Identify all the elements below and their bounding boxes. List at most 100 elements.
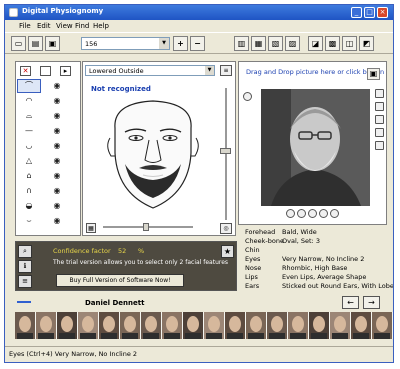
trait-row: Forehead Bald, Wide <box>245 228 317 236</box>
face-thumbnail[interactable] <box>36 312 56 339</box>
export-icon[interactable]: ◪ <box>308 36 323 51</box>
grid-icon[interactable]: ▦ <box>86 223 96 233</box>
tool-icon[interactable] <box>375 102 384 111</box>
feature-shape-icon[interactable]: — <box>18 125 40 137</box>
minimize-button[interactable]: _ <box>351 7 362 18</box>
eye-shape-icon[interactable]: ◉ <box>46 170 68 182</box>
menu-help[interactable]: Help <box>93 22 109 30</box>
feature-position-slider[interactable] <box>103 223 193 231</box>
face-thumbnail[interactable] <box>78 312 98 339</box>
eye-shape-icon[interactable]: ◉ <box>46 110 68 122</box>
confidence-label: Confidence factor <box>53 247 111 255</box>
open-icon[interactable]: ▤ <box>28 36 43 51</box>
trait-row: Chin <box>245 246 260 254</box>
eye-shape-icon[interactable]: ◉ <box>46 95 68 107</box>
clear-icon[interactable]: ✕ <box>20 66 31 76</box>
menu-edit[interactable]: Edit <box>37 22 51 30</box>
load-photo-icon[interactable]: ▣ <box>367 68 380 80</box>
add-button[interactable]: + <box>173 36 188 51</box>
list-icon[interactable]: ≡ <box>18 275 32 288</box>
buy-full-version-button[interactable]: Buy Full Version of Software Now! <box>56 274 184 287</box>
face-thumbnail[interactable] <box>351 312 371 339</box>
rotate-icon[interactable] <box>319 209 328 218</box>
face-thumbnail[interactable] <box>141 312 161 339</box>
subject-photo <box>261 89 370 206</box>
photo-panel[interactable]: Drag and Drop picture here or click butt… <box>238 61 387 225</box>
feature-shape-icon[interactable]: ⌂ <box>18 170 40 182</box>
record-combo[interactable]: 156 ▼ <box>81 37 170 50</box>
feature-shape-icon[interactable]: ◒ <box>18 200 40 212</box>
menu-view[interactable]: View <box>56 22 73 30</box>
eye-shape-icon[interactable]: ◉ <box>46 155 68 167</box>
compare-icon[interactable]: ▦ <box>251 36 266 51</box>
tool-icon[interactable] <box>375 128 384 137</box>
menu-find[interactable]: Find <box>75 22 89 30</box>
tool-icon[interactable] <box>375 89 384 98</box>
feature-shape-icon[interactable]: ◠ <box>18 95 40 107</box>
face-thumbnail[interactable] <box>99 312 119 339</box>
shape-combo[interactable]: Lowered Outside ▼ <box>85 65 215 76</box>
feature-shape-icon[interactable]: ⌓ <box>18 110 40 122</box>
face-thumbnail[interactable] <box>267 312 287 339</box>
face-thumbnail[interactable] <box>57 312 77 339</box>
eye-shape-icon[interactable]: ◉ <box>46 125 68 137</box>
next-button[interactable]: → <box>363 296 380 309</box>
remove-button[interactable]: − <box>190 36 205 51</box>
face-thumbnail[interactable] <box>372 312 392 339</box>
feature-shape-icon[interactable]: ◡ <box>18 140 40 152</box>
face-thumbnail[interactable] <box>120 312 140 339</box>
pan-icon[interactable] <box>308 209 317 218</box>
face-thumbnail[interactable] <box>204 312 224 339</box>
new-icon[interactable]: ▭ <box>11 36 26 51</box>
print-icon[interactable]: ▩ <box>325 36 340 51</box>
previous-button[interactable]: ← <box>342 296 359 309</box>
toolbar: ▭ ▤ ▣ 156 ▼ + − ▥ ▦ ▧ ▨ ◪ ▩ ◫ ◩ <box>5 32 393 54</box>
eye-shape-icon[interactable]: ◉ <box>46 215 68 227</box>
face-thumbnail[interactable] <box>309 312 329 339</box>
zoom-in-icon[interactable] <box>297 209 306 218</box>
window-title: Digital Physiognomy <box>22 7 104 15</box>
feature-shape-icon[interactable]: △ <box>18 155 40 167</box>
tool-icon[interactable] <box>375 115 384 124</box>
save-icon[interactable]: ▣ <box>45 36 60 51</box>
face-thumbnail[interactable] <box>15 312 35 339</box>
face-thumbnail[interactable] <box>183 312 203 339</box>
triangle-icon[interactable]: ▸ <box>60 66 71 76</box>
feature-shape-icon[interactable]: ∩ <box>18 185 40 197</box>
find-icon[interactable]: ▨ <box>285 36 300 51</box>
slider-thumb[interactable] <box>143 223 149 231</box>
info-icon[interactable]: ℹ <box>18 260 32 273</box>
settings-icon[interactable]: ◫ <box>342 36 357 51</box>
face-thumbnail[interactable] <box>330 312 350 339</box>
face-thumbnail[interactable] <box>288 312 308 339</box>
eye-shape-icon[interactable]: ◉ <box>46 185 68 197</box>
eye-shape-icon[interactable]: ◉ <box>46 200 68 212</box>
star-icon[interactable]: ★ <box>221 245 234 258</box>
face-thumbnail[interactable] <box>246 312 266 339</box>
face-thumbnail[interactable] <box>162 312 182 339</box>
eye-shape-icon[interactable]: ◉ <box>46 140 68 152</box>
trait-row: Ears Sticked out Round Ears, With Lobe <box>245 282 394 290</box>
square-icon[interactable] <box>40 66 51 76</box>
maximize-button[interactable]: □ <box>364 7 375 18</box>
feature-shape-icon[interactable]: ⌒ <box>17 79 41 93</box>
tool-icon[interactable] <box>375 141 384 150</box>
analyze-icon[interactable]: ▧ <box>268 36 283 51</box>
face-thumbnail[interactable] <box>225 312 245 339</box>
options-icon[interactable]: ≡ <box>220 65 232 76</box>
zoom-out-icon[interactable] <box>286 209 295 218</box>
slider-thumb[interactable] <box>220 148 231 154</box>
feature-size-slider[interactable] <box>220 88 231 220</box>
about-icon[interactable]: ◩ <box>359 36 374 51</box>
rotate-icon[interactable] <box>243 92 252 101</box>
reset-icon[interactable] <box>330 209 339 218</box>
search-icon[interactable]: ⌕ <box>18 245 32 258</box>
menu-file[interactable]: File <box>19 22 31 30</box>
target-icon[interactable]: ◎ <box>220 223 232 234</box>
feature-shape-icon[interactable]: ⌣ <box>18 215 40 227</box>
eye-shape-icon[interactable]: ◉ <box>46 80 68 92</box>
link-icon[interactable] <box>17 299 31 303</box>
close-button[interactable]: × <box>377 7 388 18</box>
status-bar: Eyes (Ctrl+4) Very Narrow, No Incline 2 <box>5 346 393 360</box>
report-icon[interactable]: ▥ <box>234 36 249 51</box>
